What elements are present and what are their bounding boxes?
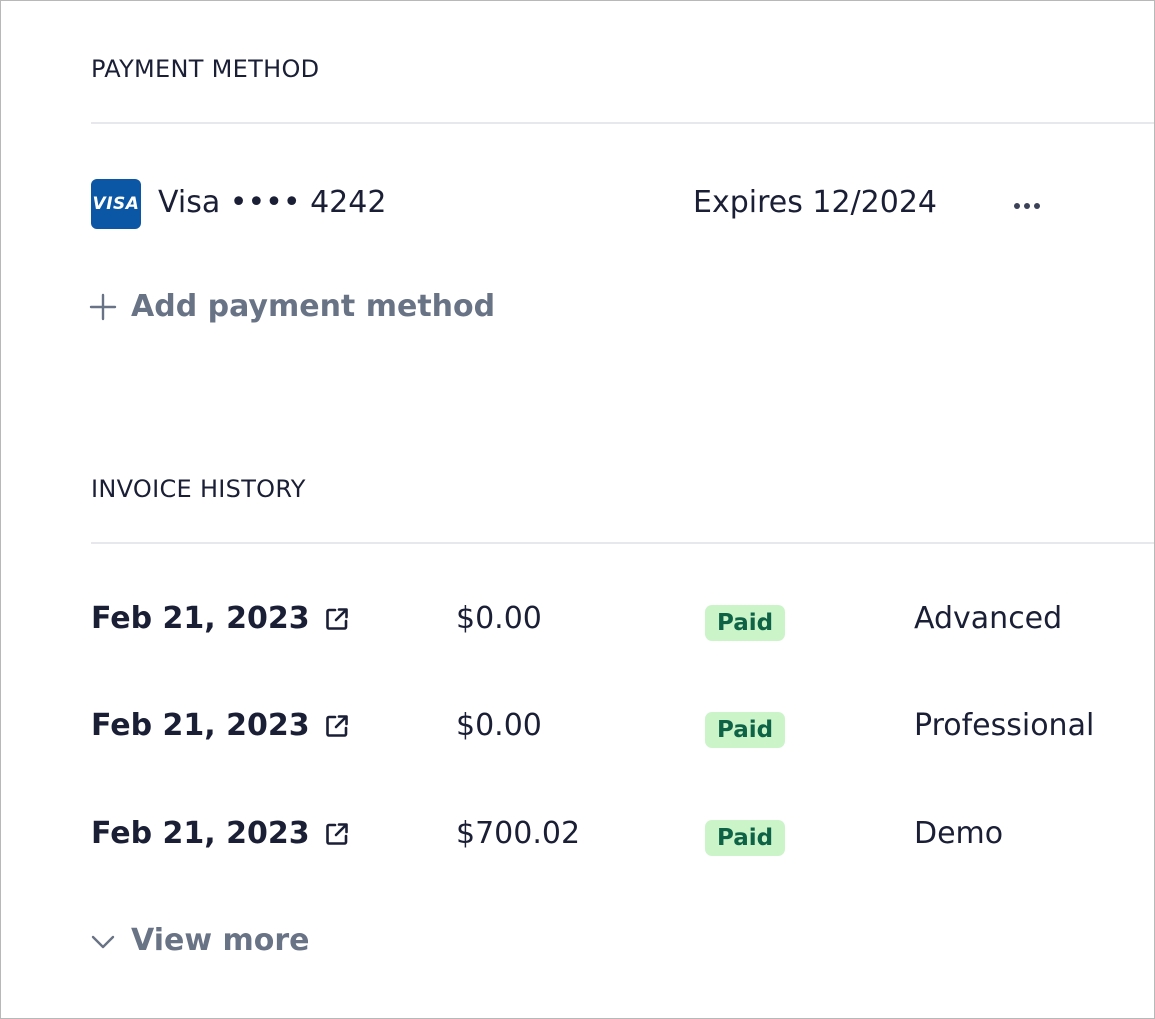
invoice-row: Feb 21, 2023 $700.02 Paid Demo [1,808,1154,868]
add-payment-method-label: Add payment method [131,289,496,324]
invoice-date: Feb 21, 2023 [91,708,310,743]
invoice-amount: $0.00 [456,708,542,743]
invoice-date-link[interactable]: Feb 21, 2023 [91,708,350,743]
view-more-label: View more [131,923,310,958]
payment-method-divider [91,122,1154,124]
visa-logo-text: VISA [92,194,140,214]
external-link-icon [325,607,348,630]
invoice-date-link[interactable]: Feb 21, 2023 [91,816,350,851]
chevron-down-icon [91,935,115,948]
card-more-button[interactable] [1005,189,1049,223]
more-horizontal-icon [1014,203,1040,209]
invoice-plan: Demo [914,816,1004,851]
status-badge: Paid [705,605,786,641]
card-label: Visa •••• 4242 [158,185,387,220]
invoice-history-title: INVOICE HISTORY [91,475,306,503]
invoice-row: Feb 21, 2023 $0.00 Paid Advanced [1,593,1154,653]
card-expiry: Expires 12/2024 [693,185,938,220]
invoice-date: Feb 21, 2023 [91,816,310,851]
invoice-amount: $700.02 [456,816,581,851]
external-link-icon [325,714,348,737]
add-payment-method-button[interactable]: Add payment method [89,289,495,324]
view-more-button[interactable]: View more [89,923,310,958]
status-badge: Paid [705,820,786,856]
invoice-row: Feb 21, 2023 $0.00 Paid Professional [1,700,1154,760]
invoice-plan: Professional [914,708,1095,743]
invoice-history-divider [91,542,1154,544]
visa-logo: VISA [91,179,141,229]
billing-panel: PAYMENT METHOD VISA Visa •••• 4242 Expir… [0,0,1155,1019]
invoice-amount: $0.00 [456,601,542,636]
invoice-date-link[interactable]: Feb 21, 2023 [91,601,350,636]
payment-method-title: PAYMENT METHOD [91,55,320,83]
invoice-date: Feb 21, 2023 [91,601,310,636]
plus-icon [89,293,117,320]
invoice-plan: Advanced [914,601,1063,636]
external-link-icon [325,822,348,845]
status-badge: Paid [705,712,786,748]
